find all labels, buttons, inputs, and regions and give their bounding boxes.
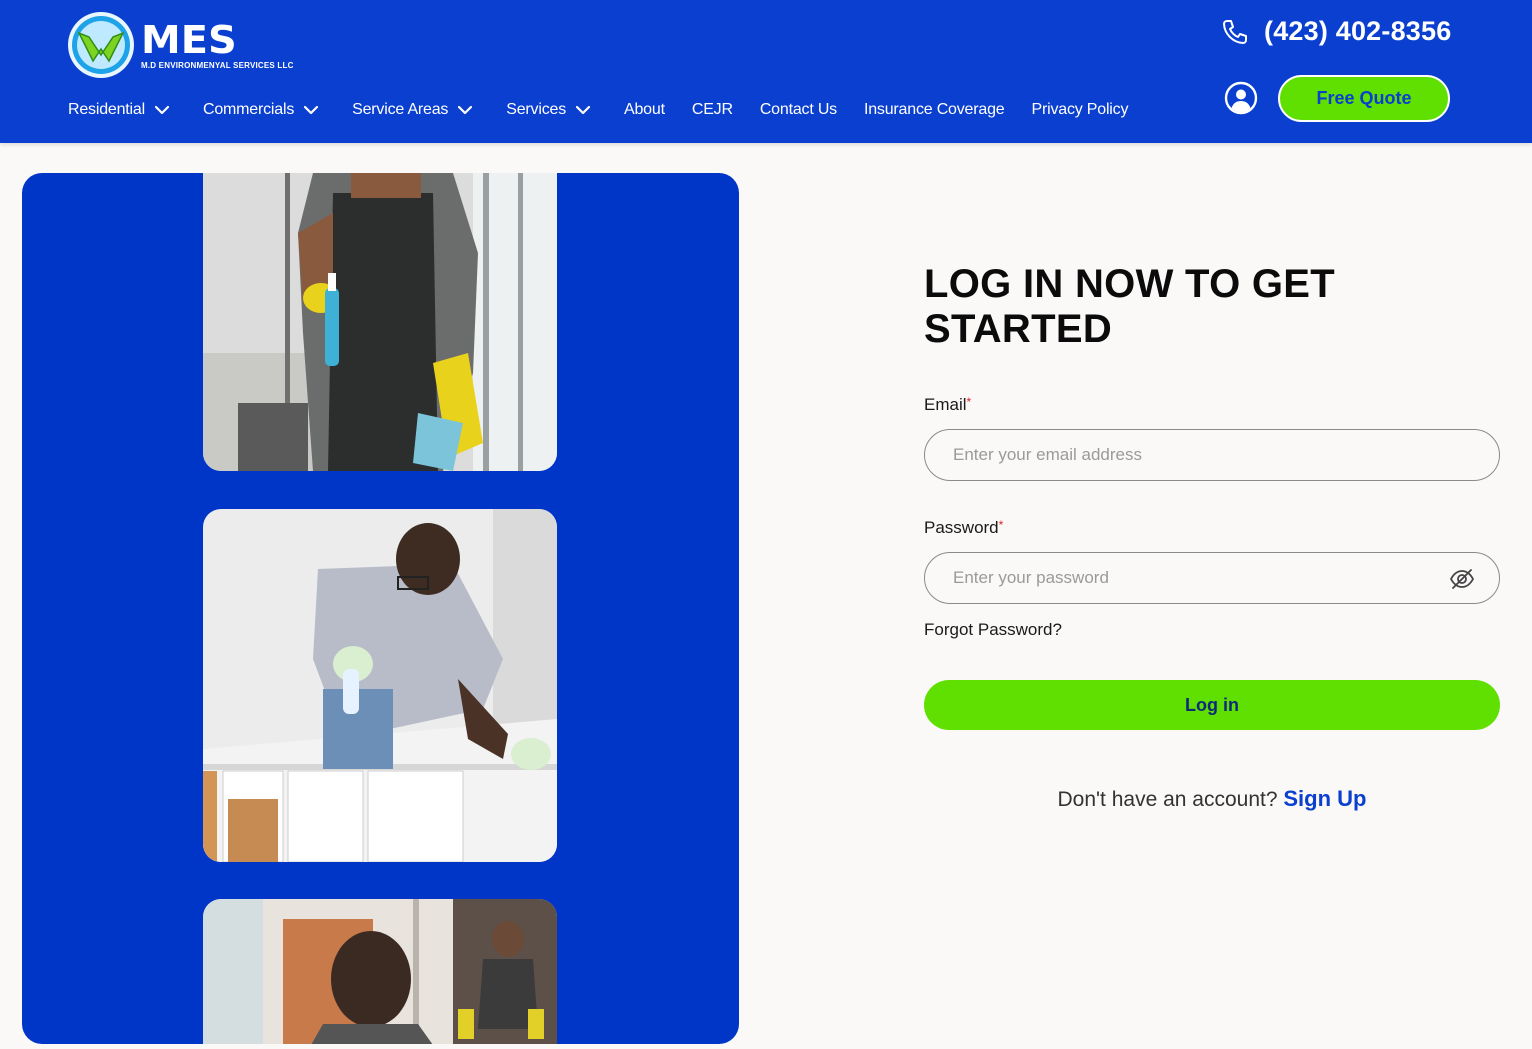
nav-item-privacy-policy[interactable]: Privacy Policy [1031,101,1128,119]
phone-number: (423) 402-8356 [1264,16,1452,46]
password-label-text: Password [924,518,999,537]
eye-slash-icon[interactable] [1449,566,1475,592]
login-form: LOG IN NOW TO GET STARTED Email* Passwor… [924,262,1500,812]
nav-item-about[interactable]: About [624,101,665,119]
chevron-down-icon [304,105,319,115]
nav-item-commercials[interactable]: Commercials [203,101,320,119]
logo-text: MES M.D ENVIRONMENYAL SERVICES LLC [141,21,294,70]
chevron-down-icon [458,105,473,115]
login-title: LOG IN NOW TO GET STARTED [924,262,1336,351]
email-input[interactable] [953,445,1471,465]
site-header: MES M.D ENVIRONMENYAL SERVICES LLC Resid… [0,0,1532,143]
password-label: Password* [924,518,1500,538]
logo-name: MES [141,17,237,62]
nav-item-service-areas[interactable]: Service Areas [352,101,474,119]
cleaner-photo-1 [203,173,557,471]
nav-item-contact-us[interactable]: Contact Us [760,101,837,119]
nav-item-label: About [624,101,665,118]
nav-item-services[interactable]: Services [506,101,592,119]
email-label-text: Email [924,395,967,414]
logo-mark-icon [68,12,134,78]
log-in-button[interactable]: Log in [924,680,1500,730]
signup-line: Don't have an account? Sign Up [924,786,1500,812]
nav-item-label: CEJR [691,101,733,118]
required-mark: * [966,395,972,409]
nav-item-label: Services [506,101,567,118]
nav-item-insurance-coverage[interactable]: Insurance Coverage [864,101,1005,119]
chevron-down-icon [575,105,591,115]
email-field-wrapper [924,429,1500,481]
nav-item-label: Privacy Policy [1031,101,1129,118]
nav-item-cejr[interactable]: CEJR [692,101,733,119]
logo-subtitle: M.D ENVIRONMENYAL SERVICES LLC [141,60,294,70]
image-panel [22,173,739,1044]
required-mark: * [998,518,1004,532]
password-field-wrapper [924,552,1500,604]
signup-prompt: Don't have an account? [1057,788,1278,811]
nav-item-label: Contact Us [759,101,837,118]
free-quote-button[interactable]: Free Quote [1278,75,1450,122]
nav-item-residential[interactable]: Residential [68,101,171,119]
email-label: Email* [924,395,1500,415]
phone-link[interactable]: (423) 402-8356 [1220,16,1451,47]
chevron-down-icon [154,105,170,115]
nav-item-label: Service Areas [352,101,449,118]
forgot-password-link[interactable]: Forgot Password? [924,620,1062,640]
nav-item-label: Commercials [202,101,295,118]
password-input[interactable] [953,568,1471,588]
main-nav: Residential Commercials Service Areas Se… [68,96,1128,124]
nav-item-label: Insurance Coverage [863,101,1005,118]
phone-icon [1223,19,1247,44]
nav-item-label: Residential [68,101,145,118]
user-circle-icon[interactable] [1224,81,1258,115]
cleaner-photo-2 [203,509,557,862]
sign-up-link[interactable]: Sign Up [1283,786,1366,811]
logo[interactable]: MES M.D ENVIRONMENYAL SERVICES LLC [67,10,317,80]
cleaner-photo-3 [203,899,557,1044]
